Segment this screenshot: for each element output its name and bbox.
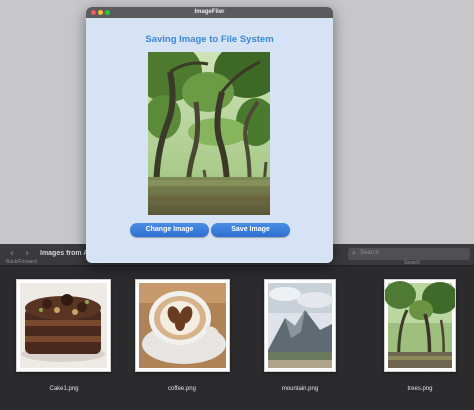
- coffee-image-icon: [139, 283, 226, 368]
- nav-label: Back/Forward: [6, 259, 37, 265]
- file-name-cake: Cake1.png: [49, 386, 79, 392]
- page-title: Saving Image to File System: [145, 34, 274, 45]
- imagefiler-window: ImageFiler Saving Image to File System C…: [86, 7, 333, 263]
- mountain-image-icon: [268, 283, 333, 368]
- search-icon: ⌕: [352, 249, 356, 257]
- save-image-button[interactable]: Save Image: [211, 223, 290, 237]
- file-name-mountain: mountain.png: [281, 386, 319, 392]
- trees-image-icon: [385, 281, 455, 369]
- file-thumbnail-trees[interactable]: [384, 279, 456, 372]
- search-label: Search: [404, 260, 420, 266]
- search-placeholder: Search: [360, 250, 380, 256]
- back-forward-arrows-icon[interactable]: ‹ ›: [10, 248, 33, 259]
- file-thumbnail-coffee[interactable]: [135, 279, 230, 372]
- forest-photo-icon: [148, 52, 270, 215]
- file-name-trees: trees.png: [407, 386, 433, 392]
- finder-title: Images from App: [40, 250, 88, 257]
- file-name-coffee: coffee.png: [168, 386, 196, 392]
- search-input[interactable]: ⌕ Search: [348, 248, 470, 260]
- preview-image: [148, 52, 270, 215]
- file-thumbnail-mountain[interactable]: [264, 279, 336, 372]
- change-image-button[interactable]: Change Image: [130, 223, 209, 237]
- file-thumbnail-cake[interactable]: [16, 279, 111, 372]
- cake-image-icon: [20, 283, 107, 368]
- window-titlebar[interactable]: ImageFiler: [86, 7, 333, 18]
- window-title: ImageFiler: [194, 9, 225, 15]
- finder-window: ‹ › Back/Forward Images from App ⌕ Searc…: [0, 244, 474, 410]
